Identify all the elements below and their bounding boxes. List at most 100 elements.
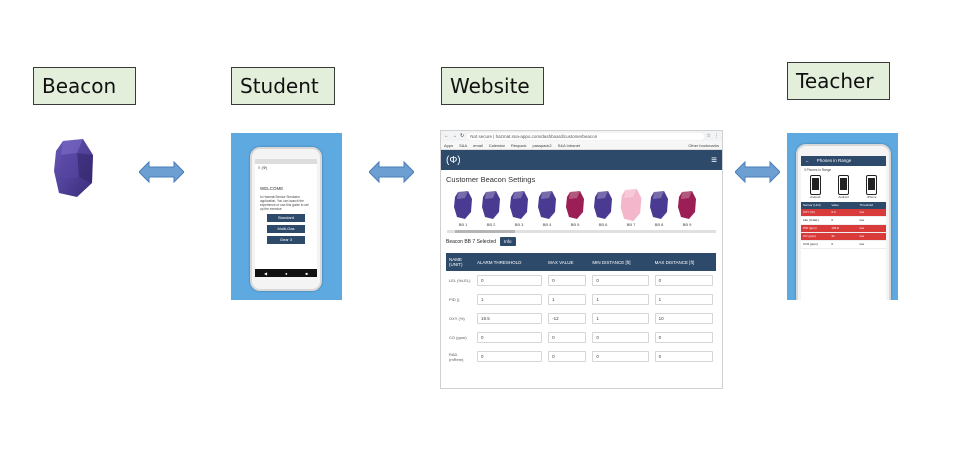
forward-arrow-icon[interactable]: → [452,133,457,139]
bookmark-item[interactable]: Apps [444,143,453,148]
sensor-row: PID (ppm) 105.8 low [801,225,886,233]
sensor-threshold: low [859,242,865,246]
teacher-phone-panel: ← Phones in Range 3 Phones in Range Andr… [787,133,898,300]
beacon-tile[interactable]: BB 9 [675,190,699,227]
beacon-tile[interactable]: BB 6 [591,190,615,227]
bookmark-item[interactable]: Respack [511,143,527,148]
student-welcome: WELCOME [260,186,284,191]
setting-input[interactable]: 1 [592,294,649,305]
beacon-tile[interactable]: BB 3 [507,190,531,227]
setting-input[interactable]: 0 [477,351,543,362]
setting-input[interactable]: -12 [548,313,587,324]
back-arrow-icon[interactable]: ← [444,133,449,139]
setting-input[interactable]: 10 [654,313,713,324]
setting-input[interactable]: 0 [548,332,587,343]
setting-input[interactable]: 0 [654,332,713,343]
student-phone: ≡ (Φ) WELCOME to Hazmat Sensor Simulator… [250,147,322,291]
setting-input[interactable]: 1 [477,294,543,305]
beacon-tile[interactable]: BB 5 [563,190,587,227]
android-phone-icon [837,175,849,195]
sensor-threshold: low [859,210,865,214]
setting-input[interactable]: 0 [592,275,649,286]
sensor-name: PID (ppm) [803,226,817,230]
setting-input[interactable]: 0 [477,332,543,343]
table-row: LEL (%LEL) 0 0 0 0 [446,271,716,290]
menu-dots-icon[interactable]: ⋮ [714,133,719,139]
address-bar[interactable]: Not secure | hazmat.sna-appo.com/dashboa… [467,132,704,140]
sensor-value: 105.8 [831,226,839,230]
teacher-header-title: Phones in Range [816,158,852,163]
beacon-icon [620,188,642,222]
teacher-app-header: ← Phones in Range [801,156,886,166]
sensor-threshold: low [859,234,865,238]
beacon-settings-table: NAME (UNIT) ALARM THRESHOLD MAX VALUE MI… [446,253,716,366]
device-card[interactable]: Android [837,175,849,199]
bookmark-item[interactable]: passpack2 [533,143,552,148]
back-icon[interactable]: ◀ [264,271,267,276]
site-logo-icon[interactable]: (Φ) [446,155,461,166]
star-icon[interactable]: ☆ [707,133,711,139]
beacon-icon [454,191,472,219]
beacon-tile-label: BB 9 [682,222,692,227]
selected-beacon-text: Beacon BB 7 Selected [446,238,497,245]
bookmark-item[interactable]: Calendar [489,143,505,148]
setting-input[interactable]: 19.5 [477,313,543,324]
device-card[interactable]: iPhone [866,175,878,199]
sensor-value: 0 [831,242,833,246]
setting-input[interactable]: 0 [592,332,649,343]
website-teacher-arrow [735,160,780,184]
setting-input[interactable]: 1 [592,313,649,324]
device-name: iPhone [867,195,877,199]
teacher-label-text: Teacher [796,69,874,93]
beacon-icon [566,191,584,219]
home-icon[interactable]: ● [285,271,287,276]
setting-input[interactable]: 0 [654,351,713,362]
beacon-tile[interactable]: BB 8 [647,190,671,227]
beacon-tile-label: BB 3 [514,222,524,227]
student-phone-panel: ≡ (Φ) WELCOME to Hazmat Sensor Simulator… [231,133,342,300]
beacon-tile-label: BB 7 [626,222,636,227]
carousel-scrollbar[interactable] [447,230,716,233]
reload-icon[interactable]: ↻ [460,133,464,139]
android-phone-icon [809,175,821,195]
setting-input[interactable]: 1 [654,294,713,305]
bookmark-item[interactable]: Other bookmarks [688,143,719,148]
beacon-tile[interactable]: BB 2 [479,190,503,227]
setting-input[interactable]: 1 [548,294,587,305]
row-name: CO (ppm) [449,335,467,340]
beacon-icon [678,191,696,219]
android-nav-bar: ◀ ● ■ [255,269,317,277]
student-label-text: Student [240,74,319,98]
multi-gas-button[interactable]: Multi-Gas [267,225,305,233]
device-card[interactable]: Android [809,175,821,199]
beacon-device-icon [54,139,93,197]
back-arrow-icon[interactable]: ← [805,158,810,163]
beacon-icon [538,191,556,219]
student-app-header: ≡ (Φ) [258,165,268,170]
bookmark-item[interactable]: S&A Intranet [558,143,580,148]
website-label: Website [441,67,544,105]
teacher-phone: ← Phones in Range 3 Phones in Range Andr… [796,144,891,300]
column-header: NAME (UNIT) [446,253,474,271]
bookmarks-bar: Apps S&A email Calendar Respack passpack… [441,141,722,150]
browser-toolbar: ← → ↻ Not secure | hazmat.sna-appo.com/d… [441,131,722,141]
recents-icon[interactable]: ■ [306,271,308,276]
standard-button[interactable]: Standard [267,214,305,222]
beacon-tile[interactable]: BB 1 [451,190,475,227]
bookmark-item[interactable]: S&A [459,143,467,148]
page-title: Customer Beacon Settings [446,175,536,184]
gear-3-button[interactable]: Gear 3 [267,236,305,244]
setting-input[interactable]: 0 [548,351,587,362]
beacon-tile-label: BB 4 [542,222,552,227]
setting-input[interactable]: 0 [548,275,587,286]
column-header: MAX VALUE [545,253,590,271]
info-button[interactable]: Info [500,237,516,246]
bookmark-item[interactable]: email [473,143,483,148]
beacon-tile[interactable]: BB 4 [535,190,559,227]
website-screenshot: ← → ↻ Not secure | hazmat.sna-appo.com/d… [441,131,722,388]
beacon-tile[interactable]: BB 7 [619,188,643,227]
setting-input[interactable]: 0 [592,351,649,362]
setting-input[interactable]: 0 [654,275,713,286]
hamburger-menu-icon[interactable]: ≡ [711,155,717,166]
setting-input[interactable]: 0 [477,275,543,286]
